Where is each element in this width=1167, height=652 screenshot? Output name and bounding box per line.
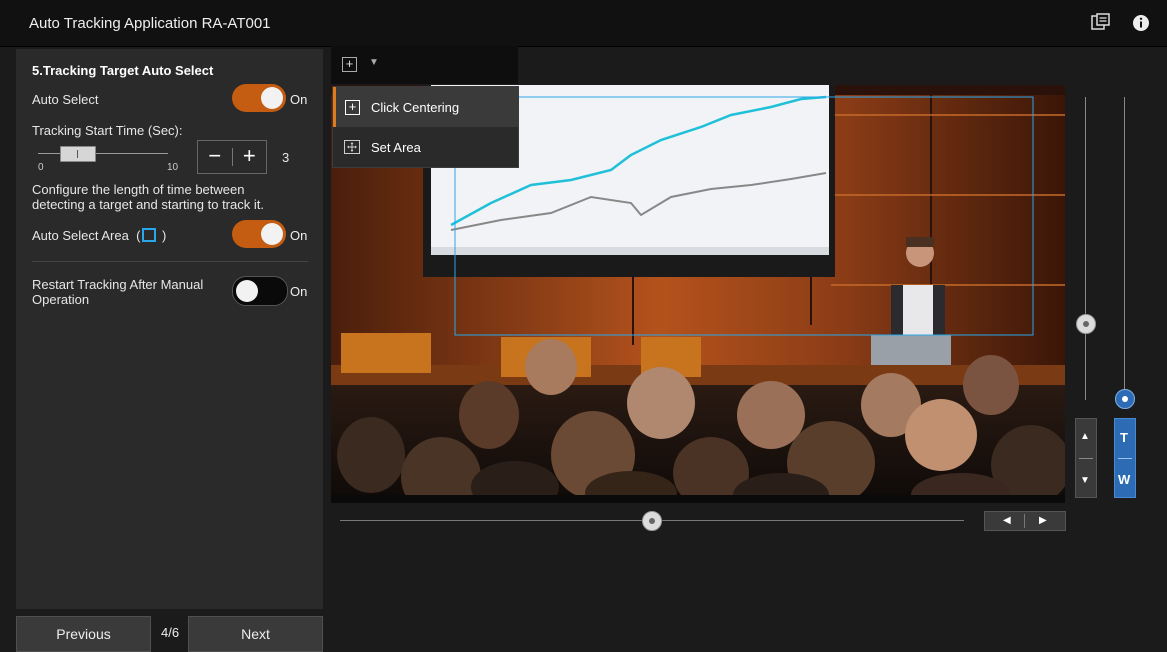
button-divider [1079, 458, 1093, 459]
area-label-pre: Auto Select Area ( [32, 228, 141, 243]
mode-dropdown-button[interactable]: + ▼ [339, 55, 389, 75]
tracking-start-value: 3 [282, 150, 290, 165]
arrow-down-icon: ▼ [1080, 475, 1090, 486]
section-divider [32, 261, 308, 262]
menu-item-click-centering[interactable]: + Click Centering [333, 87, 518, 127]
move-area-icon [344, 140, 360, 157]
tracking-start-label: Tracking Start Time (Sec): [32, 123, 183, 138]
page-indicator: 4/6 [161, 625, 180, 640]
zoom-wide-label: W [1118, 472, 1131, 487]
settings-panel: 5.Tracking Target Auto Select Auto Selec… [16, 49, 323, 609]
toggle-knob [261, 87, 283, 109]
description-text: Configure the length of time between det… [32, 182, 264, 212]
chat-icon[interactable] [1090, 12, 1112, 34]
tilt-up-down-button[interactable]: ▲ ▼ [1075, 418, 1097, 498]
slider-thumb[interactable] [60, 146, 96, 162]
slider-max-label: 10 [167, 162, 179, 173]
zoom-slider-thumb[interactable] [1115, 389, 1135, 409]
restart-tracking-label: Restart Tracking After Manual Operation [32, 277, 204, 307]
auto-select-area-toggle[interactable] [232, 220, 286, 248]
toggle-knob [261, 223, 283, 245]
next-button[interactable]: Next [188, 616, 323, 652]
increment-button[interactable]: + [233, 141, 267, 173]
button-divider [1024, 514, 1025, 528]
zoom-tele-wide-button[interactable]: T W [1114, 418, 1136, 498]
thumb-dot [1122, 396, 1128, 402]
chevron-down-icon: ▼ [369, 57, 379, 68]
title-bar: Auto Tracking Application RA-AT001 [0, 0, 1167, 47]
restart-tracking-state: On [290, 284, 308, 299]
app-title: Auto Tracking Application RA-AT001 [29, 15, 271, 32]
auto-select-area-label: Auto Select Area ( ) [32, 228, 166, 243]
tilt-slider[interactable] [1085, 97, 1086, 400]
pan-left-right-button[interactable]: ◀ ▶ [984, 511, 1066, 531]
thumb-dot [1083, 321, 1089, 327]
plus-icon: + [342, 57, 357, 72]
tilt-slider-thumb[interactable] [1076, 314, 1096, 334]
plus-icon: + [345, 100, 360, 115]
area-square-icon [142, 228, 157, 242]
pan-slider-thumb[interactable] [642, 511, 662, 531]
arrow-left-icon: ◀ [1003, 515, 1011, 526]
auto-select-label: Auto Select [32, 92, 99, 107]
auto-select-area-state: On [290, 228, 308, 243]
menu-item-set-area[interactable]: Set Area [333, 127, 518, 167]
tracking-start-slider[interactable] [38, 153, 168, 154]
auto-select-state: On [290, 92, 308, 107]
arrow-right-icon: ▶ [1039, 515, 1047, 526]
tracking-start-stepper: − + [197, 140, 267, 174]
zoom-slider[interactable] [1124, 97, 1125, 400]
button-divider [1118, 458, 1132, 459]
auto-select-toggle[interactable] [232, 84, 286, 112]
thumb-dot [649, 518, 655, 524]
zoom-tele-label: T [1120, 430, 1128, 445]
slider-min-label: 0 [38, 162, 44, 173]
restart-tracking-toggle[interactable] [232, 276, 288, 306]
menu-item-label: Set Area [371, 140, 421, 155]
section-title: 5.Tracking Target Auto Select [32, 63, 214, 78]
toggle-knob [236, 280, 258, 302]
arrow-up-icon: ▲ [1080, 431, 1090, 442]
menu-item-label: Click Centering [371, 100, 460, 115]
mode-dropdown-menu: + Click Centering Set Area [332, 86, 519, 168]
area-label-post: ) [158, 228, 167, 243]
decrement-button[interactable]: − [198, 141, 232, 173]
previous-button[interactable]: Previous [16, 616, 151, 652]
info-icon[interactable] [1130, 12, 1152, 34]
mode-toolbar: + ▼ [331, 46, 518, 84]
